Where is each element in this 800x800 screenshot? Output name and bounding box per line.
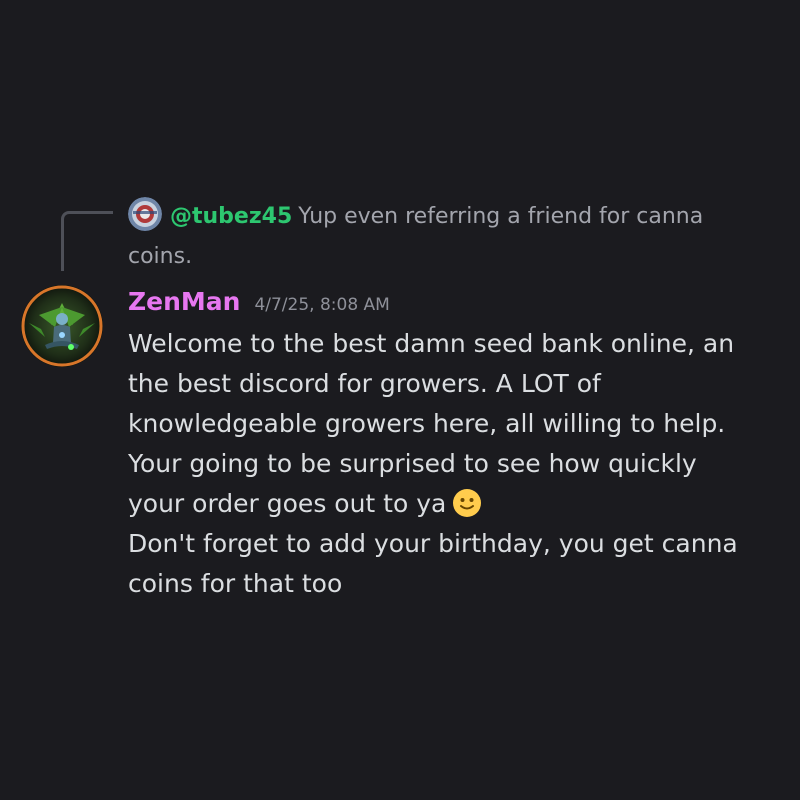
avatar[interactable]: [21, 285, 103, 367]
reply-connector: [61, 211, 113, 271]
message-line-with-emoji: your order goes out to ya: [128, 484, 788, 524]
message-line: your order goes out to ya: [128, 489, 447, 518]
username[interactable]: ZenMan: [128, 287, 240, 316]
reply-preview[interactable]: @tubez45 Yup even referring a friend for …: [128, 197, 768, 277]
reply-text[interactable]: Yup even referring a friend for canna: [298, 204, 703, 229]
message-line: coins for that too: [128, 569, 343, 598]
message-line: Welcome to the best damn seed bank onlin…: [128, 329, 735, 358]
message-line: the best discord for growers. A LOT of: [128, 369, 601, 398]
message-line: Don't forget to add your birthday, you g…: [128, 529, 738, 558]
message-header: ZenMan 4/7/25, 8:08 AM: [128, 280, 390, 324]
reply-text-continued[interactable]: coins.: [128, 244, 192, 269]
message-line: knowledgeable growers here, all willing …: [128, 409, 726, 438]
slightly-smiling-face-icon[interactable]: [452, 488, 482, 518]
reply-username[interactable]: @tubez45: [170, 204, 292, 229]
message-line: Your going to be surprised to see how qu…: [128, 449, 697, 478]
timestamp: 4/7/25, 8:08 AM: [254, 295, 390, 315]
message-content: Welcome to the best damn seed bank onlin…: [128, 324, 788, 604]
reply-avatar[interactable]: [128, 197, 162, 231]
